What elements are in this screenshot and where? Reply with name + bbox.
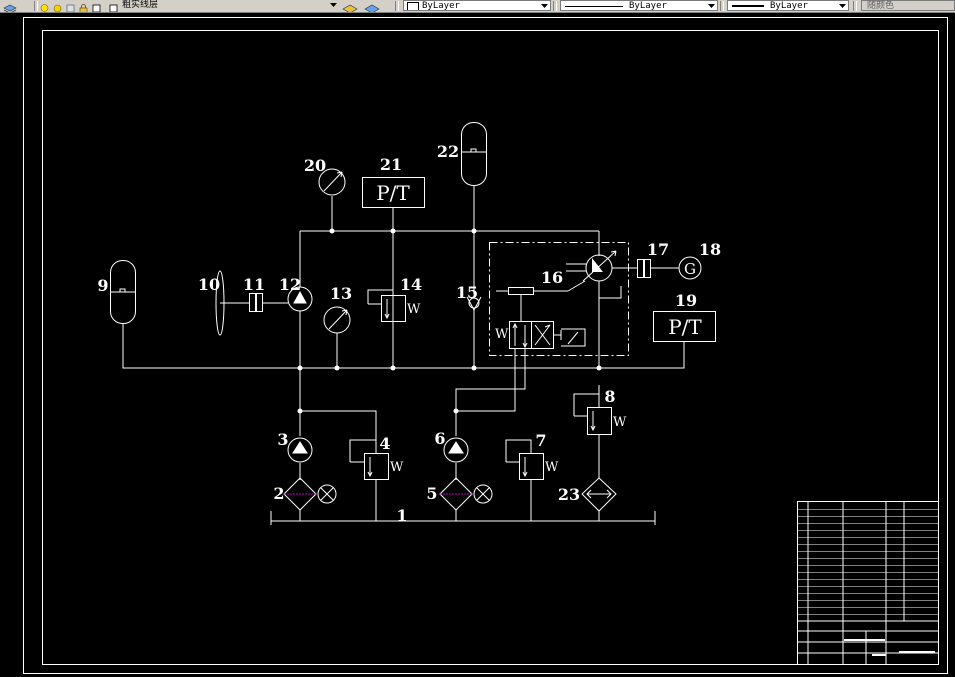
junction-dots: [297, 228, 602, 414]
label-7: 7: [535, 431, 546, 450]
toolbar-separator: [720, 1, 724, 11]
label-19: 19: [675, 291, 697, 310]
label-13: 13: [330, 284, 352, 303]
filter-5[interactable]: [439, 477, 473, 511]
color-swatch-icon: [407, 2, 419, 10]
indicator-5[interactable]: [473, 484, 493, 504]
chevron-down-icon: [838, 2, 847, 10]
toolbar-separator: [34, 1, 38, 11]
label-11: 11: [243, 275, 265, 294]
spring-mark-14: W: [407, 302, 421, 317]
indicator-2[interactable]: [317, 484, 337, 504]
viewport-freeze-icon[interactable]: [66, 1, 75, 12]
lineweight-dropdown-value: ByLayer: [770, 1, 808, 11]
label-6: 6: [434, 429, 445, 448]
toolbar-separator: [395, 1, 399, 11]
pump-3[interactable]: [287, 437, 313, 463]
label-8: 8: [604, 387, 615, 406]
chevron-down-icon: [540, 2, 549, 10]
linetype-dropdown[interactable]: ByLayer: [560, 0, 718, 11]
cooler-23[interactable]: [581, 477, 617, 512]
coupling-17[interactable]: [637, 259, 680, 278]
variable-motor-16[interactable]: [566, 250, 637, 299]
label-2: 2: [273, 484, 284, 503]
label-10: 10: [198, 275, 220, 294]
sun-icon[interactable]: [53, 1, 62, 12]
label-21: 21: [380, 155, 402, 174]
spring-mark-7: W: [545, 460, 559, 475]
lineweight-preview-icon: [732, 5, 764, 7]
inner-border: [42, 30, 939, 665]
color-dropdown-value: ByLayer: [422, 1, 460, 11]
generator-label: G: [684, 260, 696, 278]
directional-valve[interactable]: [496, 287, 586, 349]
color-dropdown[interactable]: ByLayer: [403, 0, 551, 11]
relief-valve-14[interactable]: [367, 289, 406, 322]
lock-icon[interactable]: [79, 1, 88, 12]
sensor-label-21: P/T: [376, 181, 410, 205]
label-12: 12: [279, 275, 301, 294]
layer-manager-icon[interactable]: [3, 1, 17, 12]
toolbar-separator: [553, 1, 557, 11]
spring-mark-8: W: [613, 415, 627, 430]
title-block: [797, 501, 939, 665]
label-17: 17: [647, 240, 669, 259]
layer-previous-icon[interactable]: [364, 1, 380, 12]
filter-2[interactable]: [283, 477, 317, 511]
label-18: 18: [699, 240, 721, 259]
layer-dropdown[interactable]: 粗实线层: [96, 0, 339, 11]
sensor-label-19: P/T: [668, 315, 702, 339]
label-14: 14: [400, 275, 422, 294]
linetype-preview-icon: [565, 6, 623, 7]
hydraulic-lines: [122, 185, 685, 525]
accumulator-22[interactable]: [461, 122, 487, 186]
label-3: 3: [277, 430, 288, 449]
chevron-down-icon: [707, 2, 716, 10]
layer-dropdown-value: 粗实线层: [122, 0, 159, 10]
control-block-16[interactable]: [489, 242, 629, 356]
spring-mark-4: W: [390, 460, 404, 475]
coupling-11[interactable]: [249, 293, 289, 312]
outer-border: [23, 17, 948, 674]
label-5: 5: [426, 484, 437, 503]
label-16: 16: [541, 268, 563, 287]
make-current-layer-icon[interactable]: [342, 1, 358, 12]
plotstyle-dropdown-value: 随颜色: [867, 1, 895, 11]
label-23: 23: [558, 485, 580, 504]
spring-mark-16: W: [495, 327, 509, 342]
lightbulb-icon[interactable]: [40, 1, 49, 12]
toolbar-separator: [853, 1, 857, 11]
label-22: 22: [437, 142, 459, 161]
plotstyle-dropdown[interactable]: 随颜色: [861, 0, 955, 11]
lineweight-dropdown[interactable]: ByLayer: [727, 0, 849, 11]
label-4: 4: [379, 434, 390, 453]
label-1: 1: [396, 506, 407, 525]
drawing-canvas[interactable]: 1 2 3 4 5 6 7 8 9 10 11 12 13 14 15 16 1…: [0, 12, 955, 677]
chevron-down-icon: [329, 1, 338, 9]
pressure-gauge-13[interactable]: [323, 306, 351, 334]
pump-6[interactable]: [443, 437, 469, 463]
label-15: 15: [456, 283, 478, 302]
label-20: 20: [304, 156, 326, 175]
linetype-dropdown-value: ByLayer: [629, 1, 667, 11]
label-9: 9: [97, 276, 108, 295]
